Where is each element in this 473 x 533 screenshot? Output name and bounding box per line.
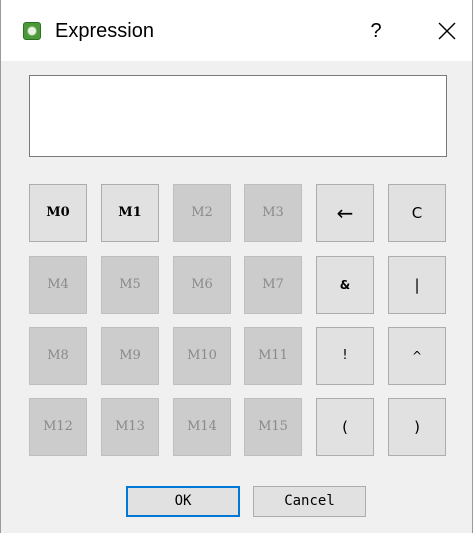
and-button[interactable]: &	[316, 256, 374, 314]
key-m4[interactable]: M4	[29, 256, 87, 314]
key-m12[interactable]: M12	[29, 398, 87, 456]
ok-button[interactable]: OK	[126, 486, 240, 517]
close-button[interactable]	[433, 15, 461, 45]
expression-input[interactable]	[29, 75, 447, 157]
key-m9[interactable]: M9	[101, 327, 159, 385]
or-button[interactable]: |	[388, 256, 446, 314]
key-m11[interactable]: M11	[244, 327, 302, 385]
key-m1[interactable]: M1	[101, 184, 159, 242]
key-m13[interactable]: M13	[101, 398, 159, 456]
right-paren-button[interactable]: )	[388, 398, 446, 456]
title-bar: Expression ?	[1, 0, 472, 61]
key-m8[interactable]: M8	[29, 327, 87, 385]
key-m10[interactable]: M10	[173, 327, 231, 385]
left-paren-button[interactable]: (	[316, 398, 374, 456]
key-m15[interactable]: M15	[244, 398, 302, 456]
backspace-button[interactable]: ←	[316, 184, 374, 242]
clear-button[interactable]: C	[388, 184, 446, 242]
key-m5[interactable]: M5	[101, 256, 159, 314]
key-m3[interactable]: M3	[244, 184, 302, 242]
key-m2[interactable]: M2	[173, 184, 231, 242]
window-title: Expression	[55, 20, 154, 42]
key-m6[interactable]: M6	[173, 256, 231, 314]
expression-dialog: Expression ? M0 M1 M2 M3 ← C M4 M5 M6 M7…	[0, 0, 473, 533]
cancel-button[interactable]: Cancel	[253, 486, 366, 517]
key-m7[interactable]: M7	[244, 256, 302, 314]
help-button[interactable]: ?	[365, 17, 387, 45]
xor-button[interactable]: ^	[388, 327, 446, 385]
key-m0[interactable]: M0	[29, 184, 87, 242]
key-m14[interactable]: M14	[173, 398, 231, 456]
app-icon	[23, 22, 41, 40]
close-icon	[438, 22, 456, 40]
not-button[interactable]: !	[316, 327, 374, 385]
